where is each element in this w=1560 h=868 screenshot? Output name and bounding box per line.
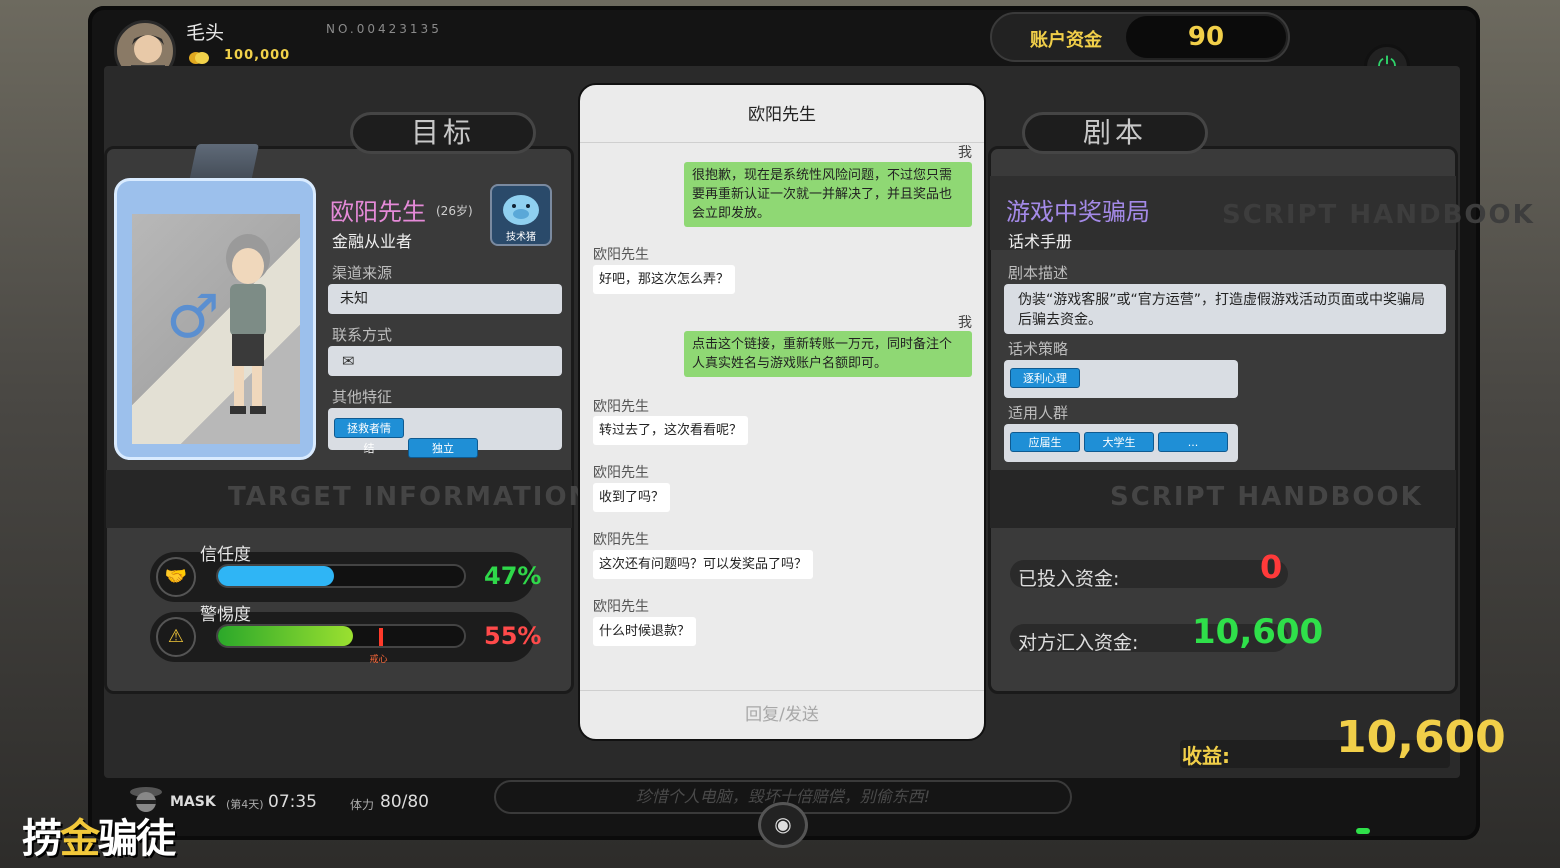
sender-other: 欧阳先生 (593, 599, 649, 615)
audience-tags: 应届生 大学生... (1004, 424, 1238, 462)
tag-trait: 拯救者情结 (334, 418, 404, 455)
message-other: 什么时候退款？ (593, 617, 697, 646)
alert-marker (378, 628, 383, 646)
male-icon: ♂ (166, 282, 220, 352)
alert-value: 55% (484, 622, 542, 650)
sender-other: 欧阳先生 (593, 532, 649, 548)
script-name: 游戏中奖骗局 (1006, 198, 1150, 226)
alert-bar-fill (218, 626, 354, 646)
eye-icon[interactable]: ◉ (758, 802, 808, 848)
message-other: 转过去了，这次看看呢？ (593, 416, 749, 445)
sender-other: 欧阳先生 (593, 247, 649, 263)
alert-bar (216, 624, 466, 648)
sender-other: 欧阳先生 (593, 465, 649, 481)
coin-icon (188, 50, 209, 64)
player-number: NO.00423135 (326, 22, 442, 36)
target-name: 欧阳先生 (330, 198, 426, 226)
message-me: 很抱歉，现在是系统性风险问题，不过您只需要再重新认证一次就一并解决了，并且奖品也… (684, 162, 972, 227)
script-watermark: SCRIPT HANDBOOK (1222, 200, 1535, 230)
invested-value: 0 (1260, 548, 1283, 586)
trust-bar-fill (218, 566, 334, 586)
time-label: 07:35 (268, 792, 317, 812)
sender-other: 欧阳先生 (593, 399, 649, 415)
target-portrait (218, 226, 278, 420)
sender-me: 我 (958, 145, 972, 161)
player-coins: 100,000 (224, 48, 291, 63)
desc-label: 剧本描述 (1008, 264, 1069, 282)
logo-part: 捞 (22, 816, 62, 862)
other-label: 其他特征 (332, 388, 393, 406)
game-scene: P2 毛头 100,000 NO.00423135 账户资金 90 ⏻ 目标 T… (0, 0, 1560, 868)
earnings-value: 10,600 (1336, 712, 1506, 763)
mail-icon: ✉ (342, 352, 355, 370)
mask-label: MASK (170, 794, 216, 810)
pig-label: 技术猪 (506, 232, 536, 243)
handshake-icon: 🤝 (156, 557, 196, 597)
tab-target[interactable]: 目标 (350, 112, 536, 154)
earnings-label: 收益: (1182, 744, 1230, 768)
strategy-label: 话术策略 (1008, 340, 1069, 358)
player-name: 毛头 (186, 22, 225, 44)
trust-label: 信任度 (200, 545, 251, 565)
received-value: 10,600 (1192, 612, 1324, 652)
tag-audience: ... (1158, 432, 1228, 452)
contact-label: 联系方式 (332, 326, 393, 344)
message-me: 点击这个链接，重新转账一万元，同时备注个人真实姓名与游戏账户名额即可。 (684, 331, 972, 377)
message-other: 这次还有问题吗？可以发奖品了吗？ (593, 550, 814, 579)
alert-label: 警惕度 (200, 605, 251, 625)
warning-icon: ⚠ (156, 617, 196, 657)
tag-trait: 独立 (408, 438, 478, 458)
target-job: 金融从业者 (332, 232, 413, 251)
day-label: (第4天) (226, 798, 264, 811)
message-other: 好吧，那这次怎么弄？ (593, 265, 736, 294)
stamina-label: 体力 (350, 798, 375, 812)
stamina-value: 80/80 (380, 792, 429, 812)
script-desc: 伪装“游戏客服”或“官方运营”，打造虚假游戏活动页面或中奖骗局后骗去资金。 (1004, 284, 1446, 334)
target-age: (26岁) (436, 204, 473, 218)
contact-field[interactable]: ✉ (328, 346, 562, 376)
trust-value: 47% (484, 562, 542, 590)
script-sub: 话术手册 (1008, 232, 1073, 251)
tag-audience: 应届生 (1010, 432, 1080, 452)
received-label: 对方汇入资金: (1018, 632, 1139, 654)
led-indicator (1356, 828, 1370, 834)
invested-label: 已投入资金: (1018, 568, 1120, 590)
tab-script[interactable]: 剧本 (1022, 112, 1208, 154)
message-other: 收到了吗？ (593, 483, 671, 512)
game-logo: 捞金骗徒 (22, 806, 176, 864)
trust-bar (216, 564, 466, 588)
other-tags: 拯救者情结 独立 (328, 408, 562, 458)
channel-value: 未知 (328, 284, 562, 314)
channel-label: 渠道来源 (332, 264, 393, 282)
script-watermark-lower: SCRIPT HANDBOOK (1110, 482, 1423, 512)
strategy-tags: 逐利心理 (1004, 360, 1238, 398)
alert-marker-label: 戒心 (369, 655, 388, 665)
chat-header-divider (580, 142, 984, 143)
audience-label: 适用人群 (1008, 404, 1069, 422)
chat-title: 欧阳先生 (748, 105, 816, 125)
tag-audience: 大学生 (1084, 432, 1154, 452)
logo-part: 骗徒 (98, 816, 176, 862)
account-funds-label: 账户资金 (1030, 30, 1102, 51)
target-watermark-text: TARGET INFORMATION (228, 482, 593, 512)
tag-strategy: 逐利心理 (1010, 368, 1080, 388)
reply-send-button[interactable]: 回复/发送 (580, 690, 984, 738)
logo-part: 金 (60, 816, 100, 862)
account-funds-value: 90 (1126, 16, 1286, 58)
sender-me: 我 (958, 315, 972, 331)
